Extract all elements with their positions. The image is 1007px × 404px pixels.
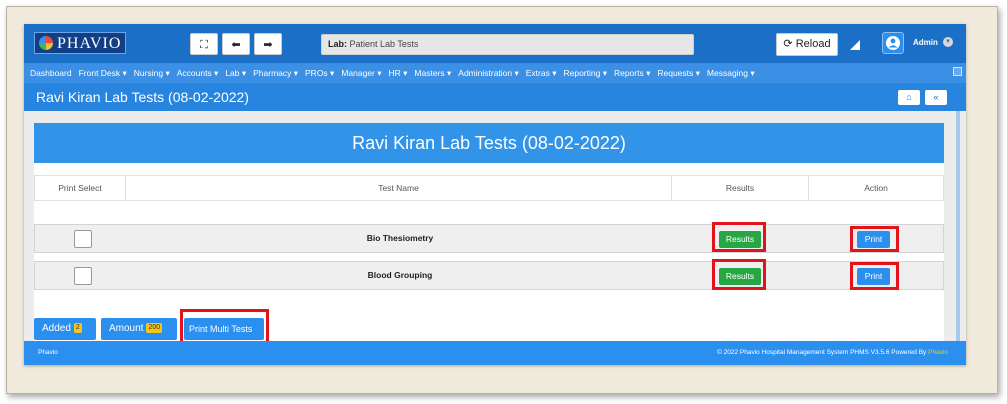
footer-right: © 2022 Phavio Hospital Management System…	[717, 341, 948, 365]
print-highlight	[850, 262, 899, 290]
nav-accounts[interactable]: Accounts ▾	[177, 68, 219, 79]
amount-button[interactable]: Amount 200	[101, 318, 177, 340]
user-name[interactable]: Admin	[913, 38, 938, 47]
refresh-icon: ⟳	[783, 38, 793, 50]
results-highlight	[712, 222, 766, 252]
app-window: PHAVIO ⛶ ⬅ ➡ Lab: Patient Lab Tests ⟳ Re…	[24, 24, 966, 365]
location-prefix: Lab:	[328, 39, 347, 49]
fullscreen-button[interactable]: ⛶	[190, 33, 218, 55]
reload-label: Reload	[795, 38, 831, 50]
footer: Phavio © 2022 Phavio Hospital Management…	[24, 341, 966, 365]
nav-lab[interactable]: Lab ▾	[225, 68, 246, 79]
print-highlight	[850, 226, 899, 252]
table-header: Print Select Test Name Results Action	[34, 175, 944, 201]
signal-icon	[850, 40, 860, 50]
lab-tests-panel: Ravi Kiran Lab Tests (08-02-2022) Print …	[34, 123, 944, 345]
nav-nursing[interactable]: Nursing ▾	[134, 68, 170, 79]
nav-front-desk[interactable]: Front Desk ▾	[79, 68, 127, 79]
col-results: Results	[672, 176, 809, 200]
nav-messaging[interactable]: Messaging ▾	[707, 68, 755, 79]
col-print-select: Print Select	[35, 176, 126, 200]
chevron-down-icon[interactable]: ▾	[943, 37, 953, 47]
logo-text: PHAVIO	[57, 35, 122, 52]
test-name: Bio Thesiometry	[366, 233, 434, 243]
footer-brand-link[interactable]: Phavio	[928, 349, 948, 356]
footer-left: Phavio	[38, 349, 58, 356]
results-highlight	[712, 259, 766, 290]
print-select-checkbox[interactable]	[74, 267, 92, 285]
forward-button[interactable]: ➡	[254, 33, 282, 55]
back-button[interactable]: ⬅	[222, 33, 250, 55]
user-icon	[886, 36, 900, 50]
page-title-bar: Ravi Kiran Lab Tests (08-02-2022) ⌂ «	[24, 83, 966, 111]
nav-extras[interactable]: Extras ▾	[526, 68, 557, 79]
location-field: Lab: Patient Lab Tests	[321, 34, 694, 55]
nav-dashboard[interactable]: Dashboard	[30, 68, 72, 78]
nav-reporting[interactable]: Reporting ▾	[563, 68, 606, 79]
location-value: Patient Lab Tests	[349, 39, 419, 49]
nav-requests[interactable]: Requests ▾	[657, 68, 700, 79]
home-button[interactable]: ⌂	[898, 90, 920, 105]
nav-hr[interactable]: HR ▾	[389, 68, 408, 79]
added-label: Added	[42, 323, 71, 334]
scrollbar[interactable]	[956, 111, 960, 341]
print-multi-highlight	[180, 309, 269, 345]
expand-icon: ⛶	[200, 39, 208, 51]
content-area: Ravi Kiran Lab Tests (08-02-2022) Print …	[24, 111, 966, 345]
nav-pharmacy[interactable]: Pharmacy ▾	[253, 68, 298, 79]
double-chevron-left-icon: «	[933, 92, 939, 102]
user-avatar[interactable]	[882, 32, 904, 54]
table-row: Blood Grouping Results Print	[34, 261, 944, 290]
print-select-checkbox[interactable]	[74, 230, 92, 248]
nav-reports[interactable]: Reports ▾	[614, 68, 650, 79]
amount-label: Amount	[109, 323, 144, 334]
top-bar: PHAVIO ⛶ ⬅ ➡ Lab: Patient Lab Tests ⟳ Re…	[24, 24, 966, 63]
amount-badge: 200	[146, 323, 163, 334]
added-count-badge: 2	[73, 323, 82, 334]
nav-pros[interactable]: PROs ▾	[305, 68, 334, 79]
added-count-button[interactable]: Added 2	[34, 318, 96, 340]
nav-administration[interactable]: Administration ▾	[458, 68, 518, 79]
test-name: Blood Grouping	[367, 270, 433, 280]
main-nav: Dashboard Front Desk ▾ Nursing ▾ Account…	[24, 63, 966, 83]
app-logo[interactable]: PHAVIO	[34, 32, 126, 54]
table-row: Bio Thesiometry Results Print	[34, 224, 944, 253]
nav-manager[interactable]: Manager ▾	[341, 68, 381, 79]
arrow-left-icon: ⬅	[231, 39, 241, 51]
col-test-name: Test Name	[126, 176, 672, 200]
back-page-button[interactable]: «	[925, 90, 947, 105]
col-action: Action	[864, 183, 888, 193]
home-icon: ⌂	[906, 92, 912, 102]
panel-heading: Ravi Kiran Lab Tests (08-02-2022)	[34, 123, 944, 163]
page-title: Ravi Kiran Lab Tests (08-02-2022)	[36, 89, 249, 105]
arrow-right-icon: ➡	[263, 39, 273, 51]
collapse-nav-icon[interactable]	[953, 67, 962, 76]
footer-copyright: © 2022 Phavio Hospital Management System…	[717, 349, 927, 356]
logo-mark-icon	[39, 36, 53, 50]
reload-button[interactable]: ⟳ Reload	[776, 33, 838, 56]
nav-masters[interactable]: Masters ▾	[414, 68, 451, 79]
